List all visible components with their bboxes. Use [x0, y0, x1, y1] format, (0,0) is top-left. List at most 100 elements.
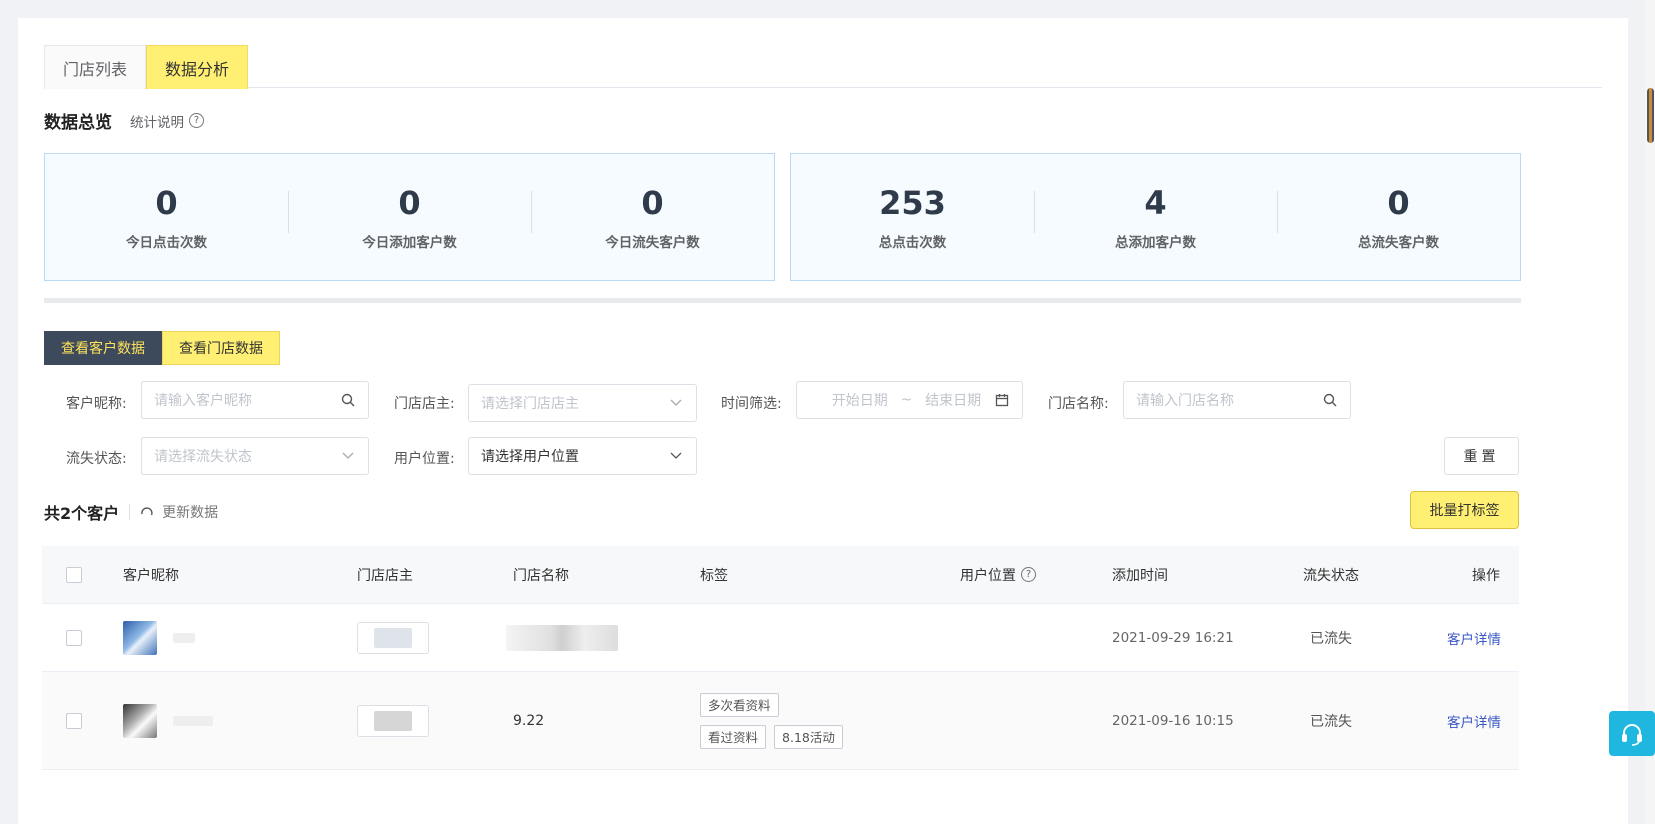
batch-tag-button[interactable]: 批量打标签 [1410, 491, 1519, 529]
avatar [123, 703, 157, 738]
customer-detail-link[interactable]: 客户详情 [1447, 711, 1501, 731]
customer-detail-link[interactable]: 客户详情 [1447, 628, 1501, 648]
stat-label: 总点击次数 [878, 235, 947, 251]
header-status: 流失状态 [1303, 567, 1359, 584]
owner-cell [357, 621, 429, 654]
status-text: 已流失 [1310, 713, 1352, 730]
stat-value: 4 [1144, 184, 1167, 222]
customer-count: 共2个客户 [44, 504, 120, 523]
header-added-time: 添加时间 [1112, 567, 1168, 584]
blurred-store-name [506, 624, 618, 651]
scrollbar[interactable] [1645, 0, 1655, 824]
location-label: 用户位置: [394, 451, 455, 467]
view-switch: 查看客户数据 查看门店数据 [44, 331, 280, 365]
nickname-cell [123, 703, 213, 738]
stat-value: 0 [1387, 184, 1410, 222]
blurred-nickname [173, 715, 213, 726]
added-time: 2021-09-16 10:15 [1112, 712, 1234, 729]
main-panel: 门店列表 数据分析 数据总览 统计说明 ? 0 今日点击次数 0 今日添加客户数… [18, 18, 1628, 824]
table-row: 2021-09-29 16:21 已流失 客户详情 [42, 604, 1519, 672]
search-icon[interactable] [340, 392, 356, 408]
store-cell [506, 624, 618, 651]
stat-label: 今日流失客户数 [605, 235, 700, 251]
header-location-cell: 用户位置 ? [960, 565, 1036, 585]
stat-label: 今日点击次数 [126, 235, 207, 251]
header-owner: 门店店主 [357, 567, 413, 584]
owner-avatar-box [357, 704, 429, 737]
stat-today-added: 0 今日添加客户数 [288, 183, 531, 251]
row-checkbox-cell [66, 629, 82, 646]
churn-select[interactable]: 请选择流失状态 [141, 437, 369, 475]
tab-store-list[interactable]: 门店列表 [44, 45, 147, 89]
view-customer-data-button[interactable]: 查看客户数据 [44, 331, 162, 365]
section-divider [44, 298, 1521, 303]
reset-button[interactable]: 重置 [1444, 437, 1519, 475]
top-tabs: 门店列表 数据分析 [44, 45, 1602, 89]
tag-badge: 多次看资料 [700, 692, 779, 717]
stat-label: 总添加客户数 [1115, 235, 1196, 251]
stat-value: 0 [398, 184, 421, 222]
scrollbar-thumb[interactable] [1647, 88, 1654, 143]
row-checkbox[interactable] [66, 629, 82, 646]
refresh-data-button[interactable]: 更新数据 [140, 502, 218, 522]
stat-total-added: 4 总添加客户数 [1034, 183, 1277, 251]
chevron-down-icon [668, 448, 684, 464]
owner-select[interactable]: 请选择门店店主 [468, 384, 697, 422]
header-checkbox-cell [66, 566, 82, 583]
store-name-label: 门店名称: [1048, 396, 1109, 412]
today-stats-box: 0 今日点击次数 0 今日添加客户数 0 今日流失客户数 [44, 153, 775, 281]
avatar [123, 620, 157, 655]
view-store-data-button[interactable]: 查看门店数据 [162, 331, 280, 365]
search-icon[interactable] [1322, 392, 1338, 408]
store-name-placeholder: 请输入门店名称 [1136, 393, 1234, 409]
stat-today-clicks: 0 今日点击次数 [45, 183, 288, 251]
total-stats-box: 253 总点击次数 4 总添加客户数 0 总流失客户数 [790, 153, 1521, 281]
refresh-label: 更新数据 [162, 505, 219, 521]
header-nickname: 客户昵称 [123, 567, 179, 584]
location-value: 请选择用户位置 [481, 449, 579, 465]
owner-avatar-box [357, 621, 429, 654]
stat-value: 0 [155, 184, 178, 222]
blurred-nickname [173, 632, 195, 643]
calendar-icon[interactable] [994, 392, 1010, 408]
refresh-icon [141, 507, 153, 516]
store-name: 9.22 [513, 712, 545, 729]
separator [129, 504, 131, 520]
date-range-picker[interactable]: 开始日期 ~ 结束日期 [796, 381, 1023, 419]
status-text: 已流失 [1310, 630, 1352, 647]
stat-label: 总流失客户数 [1358, 235, 1439, 251]
start-date-placeholder[interactable]: 开始日期 [832, 390, 888, 410]
stat-explain-label: 统计说明 [130, 114, 184, 131]
owner-label: 门店店主: [394, 396, 455, 412]
overview-header: 数据总览 统计说明 ? [44, 108, 204, 133]
headset-icon [1622, 723, 1642, 746]
question-icon[interactable]: ? [1021, 567, 1036, 582]
churn-label: 流失状态: [66, 451, 127, 467]
nickname-placeholder: 请输入客户昵称 [154, 393, 252, 409]
time-filter-label: 时间筛选: [721, 396, 782, 412]
customer-table: 客户昵称 门店店主 门店名称 标签 用户位置 ? 添加时间 流失状态 操作 20… [42, 546, 1519, 770]
nickname-cell [123, 620, 195, 655]
stat-value: 0 [641, 184, 664, 222]
nickname-input[interactable]: 请输入客户昵称 [141, 381, 369, 419]
header-store: 门店名称 [513, 567, 569, 584]
stat-explain-link[interactable]: 统计说明 ? [130, 111, 204, 131]
chevron-down-icon [340, 448, 356, 464]
end-date-placeholder[interactable]: 结束日期 [925, 390, 981, 410]
tab-data-analysis[interactable]: 数据分析 [146, 45, 249, 89]
select-all-checkbox[interactable] [66, 566, 82, 583]
header-location: 用户位置 [960, 567, 1016, 584]
owner-placeholder: 请选择门店店主 [481, 396, 579, 412]
owner-cell [357, 704, 429, 737]
chevron-down-icon [668, 395, 684, 411]
store-name-input[interactable]: 请输入门店名称 [1123, 381, 1351, 419]
question-icon[interactable]: ? [189, 113, 204, 128]
nickname-label: 客户昵称: [66, 396, 127, 412]
customer-service-button[interactable] [1609, 711, 1655, 756]
stat-total-lost: 0 总流失客户数 [1277, 183, 1520, 251]
table-row: 9.22 多次看资料 看过资料 8.18活动 2021-09-16 10:15 … [42, 672, 1519, 770]
header-tags: 标签 [700, 567, 728, 584]
row-checkbox[interactable] [66, 712, 82, 729]
location-select[interactable]: 请选择用户位置 [468, 437, 697, 475]
result-summary: 共2个客户 更新数据 [44, 500, 218, 524]
